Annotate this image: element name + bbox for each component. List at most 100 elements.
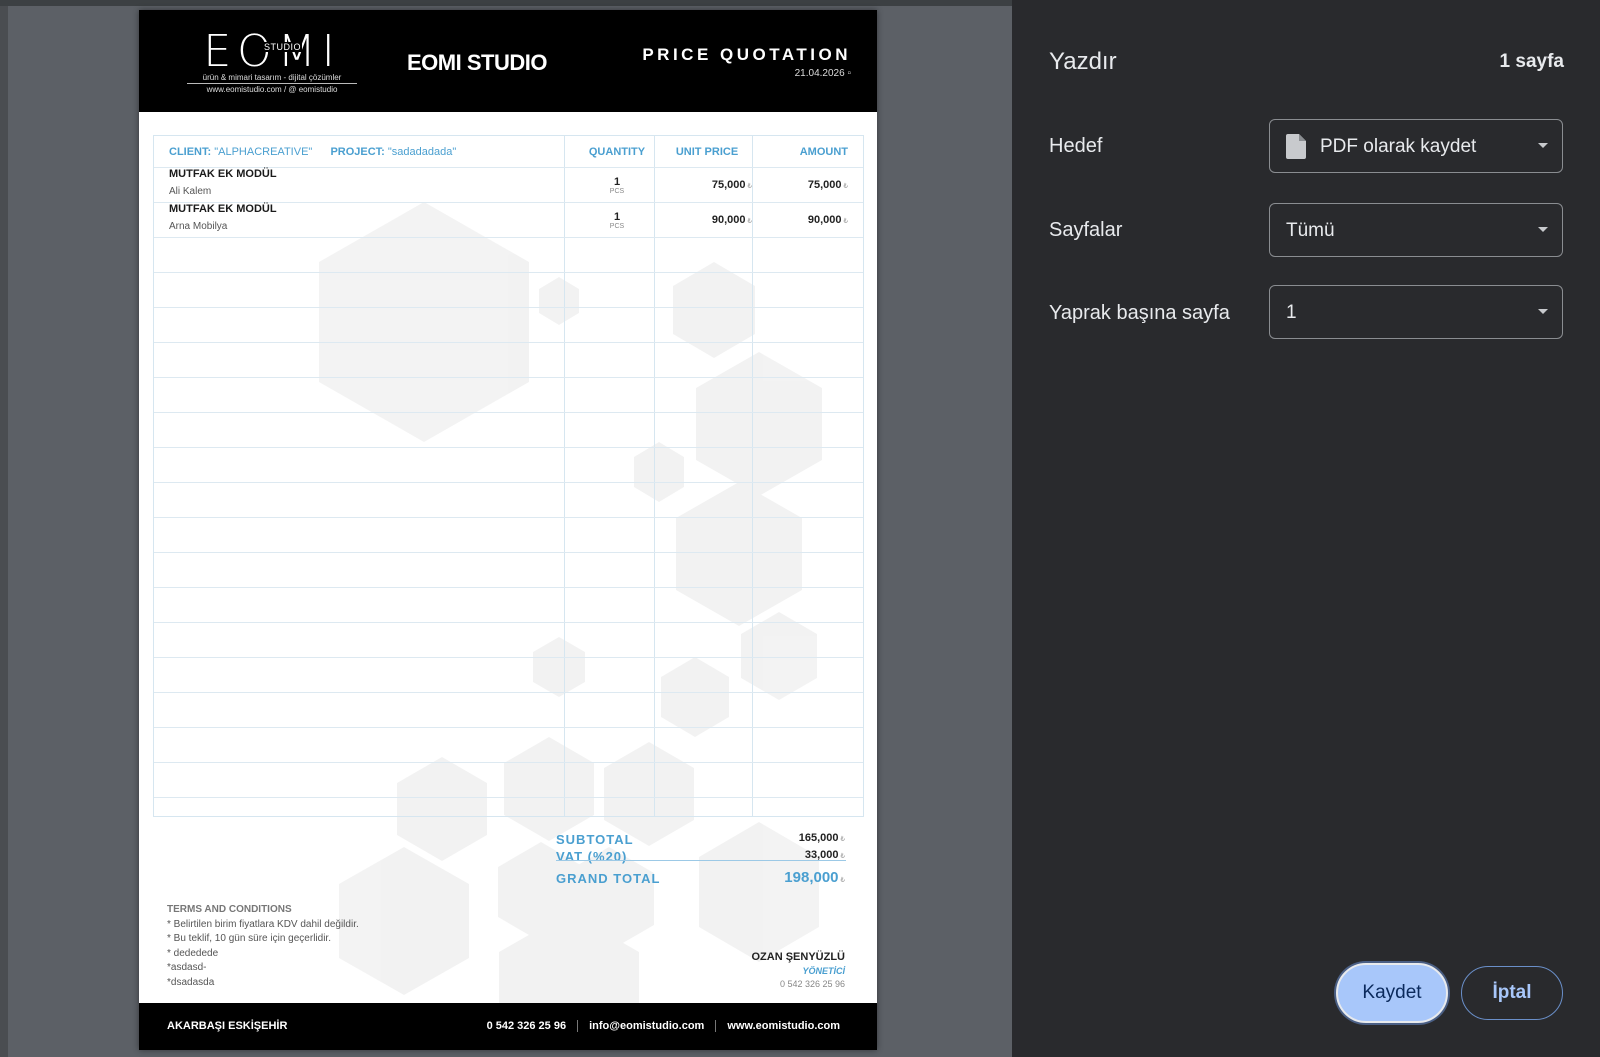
per-sheet-select[interactable]: 1 (1269, 285, 1563, 339)
calendar-icon: ▫ (847, 68, 851, 79)
amount-value: 75,000 (807, 179, 842, 191)
row-divider (154, 552, 863, 553)
subtotal-label: SUBTOTAL (556, 832, 634, 847)
amount-value: 90,000 (807, 214, 842, 226)
terms-line: * dededede (167, 947, 219, 959)
item-supplier: Ali Kalem (169, 186, 212, 197)
terms-line: * Belirtilen birim fiyatlara KDV dahil d… (167, 918, 359, 930)
col-divider (752, 136, 753, 816)
row-divider (154, 587, 863, 588)
quantity-header: QUANTITY (588, 146, 646, 158)
page-count: 1 sayfa (1499, 51, 1564, 72)
save-button[interactable]: Kaydet (1336, 963, 1448, 1023)
terms-line: *asdasd- (167, 962, 207, 973)
quotation-page: EOMI STUDIO ürün & mimari tasarım - diji… (139, 10, 877, 1050)
item-amount: 90,000 ₺ (808, 214, 848, 226)
terms-title: TERMS AND CONDITIONS (167, 904, 292, 915)
per-sheet-label: Yaprak başına sayfa (1049, 302, 1230, 324)
item-unit: PCS (609, 223, 625, 230)
items-table: CLIENT: "ALPHACREATIVE" PROJECT: "sadada… (153, 135, 864, 817)
signer-phone: 0 542 326 25 96 (779, 979, 845, 989)
client-label: CLIENT: (169, 146, 212, 158)
row-divider (154, 727, 863, 728)
destination-label: Hedef (1049, 135, 1103, 157)
vat-label: VAT (%20) (556, 849, 628, 864)
subtotal-amount: 165,000 (798, 832, 839, 844)
amount-header: AMOUNT (799, 146, 848, 158)
row-divider (154, 797, 863, 798)
col-divider (564, 136, 565, 816)
client-header: CLIENT: "ALPHACREATIVE" PROJECT: "sadada… (169, 146, 456, 158)
destination-value: PDF olarak kaydet (1320, 136, 1477, 157)
row-divider (154, 517, 863, 518)
file-icon (1286, 134, 1306, 159)
totals-divider (556, 860, 846, 861)
brand-name: EOMI STUDIO (407, 50, 547, 75)
document-title: PRICE QUOTATION (642, 45, 851, 64)
row-divider (154, 692, 863, 693)
footer-phone: 0 542 326 25 96 (486, 1020, 567, 1032)
col-divider (654, 136, 655, 816)
preview-left-strip (0, 6, 8, 1057)
grand-total-amount: 198,000 (784, 869, 839, 886)
item-amount: 75,000 ₺ (808, 179, 848, 191)
per-sheet-value: 1 (1286, 302, 1297, 323)
footer-website: www.eomistudio.com (715, 1020, 851, 1032)
pages-select[interactable]: Tümü (1269, 203, 1563, 257)
footer-address: AKARBAŞI ESKİŞEHİR (167, 1020, 288, 1032)
logo-wordmark: EOMI (187, 28, 357, 76)
currency-symbol: ₺ (840, 836, 845, 843)
print-settings-panel: Yazdır 1 sayfa Hedef PDF olarak kaydet S… (1012, 0, 1600, 1057)
document-footer: AKARBAŞI ESKİŞEHİR 0 542 326 25 96 info@… (139, 1003, 877, 1050)
destination-select[interactable]: PDF olarak kaydet (1269, 119, 1563, 173)
cancel-button[interactable]: İptal (1461, 966, 1563, 1020)
unit-price-value: 75,000 (711, 179, 746, 191)
logo-web: www.eomistudio.com / @ eomistudio (206, 85, 338, 94)
signer-name: OZAN ŞENYÜZLÜ (751, 951, 846, 963)
currency-symbol: ₺ (840, 877, 845, 884)
document-header: EOMI STUDIO ürün & mimari tasarım - diji… (139, 10, 877, 112)
currency-symbol: ₺ (840, 853, 845, 860)
item-supplier: Arna Mobilya (169, 221, 228, 232)
row-divider (154, 762, 863, 763)
signer-role: YÖNETİCİ (802, 966, 845, 976)
terms-line: * Bu teklif, 10 gün süre için geçerlidir… (167, 933, 331, 944)
row-divider (154, 447, 863, 448)
item-unit-price: 90,000 ₺ (712, 214, 752, 226)
logo-studio-text: STUDIO (263, 42, 303, 52)
subtotal-value: 165,000 ₺ (799, 832, 845, 844)
signature-block: OZAN ŞENYÜZLÜ YÖNETİCİ 0 542 326 25 96 (752, 951, 846, 989)
item-unit-price: 75,000 ₺ (712, 179, 752, 191)
date-text: 21.04.2026 (794, 68, 845, 79)
print-preview-area: EOMI STUDIO ürün & mimari tasarım - diji… (0, 0, 1012, 1057)
row-divider (154, 412, 863, 413)
chevron-down-icon (1538, 309, 1548, 314)
pages-value: Tümü (1286, 220, 1335, 241)
currency-symbol: ₺ (747, 218, 752, 225)
row-divider (154, 307, 863, 308)
row-divider (154, 482, 863, 483)
row-divider (154, 657, 863, 658)
client-value: "ALPHACREATIVE" (214, 146, 313, 158)
terms-line: *dsadasda (167, 976, 215, 988)
currency-symbol: ₺ (843, 218, 848, 225)
grand-total-value: 198,000 ₺ (784, 869, 845, 886)
unit-price-value: 90,000 (711, 214, 746, 226)
logo-tagline: ürün & mimari tasarım - dijital çözümler (187, 73, 357, 84)
row-divider (154, 622, 863, 623)
item-quantity: 1 (613, 211, 621, 223)
item-quantity: 1 (613, 176, 621, 188)
project-value: "sadadadada" (387, 146, 457, 158)
project-label: PROJECT: (330, 146, 385, 158)
unit-price-header: UNIT PRICE (675, 146, 739, 158)
currency-symbol: ₺ (843, 183, 848, 190)
document-date: 21.04.2026 ▫ (795, 68, 851, 79)
grand-total-label: GRAND TOTAL (556, 871, 661, 886)
item-name: MUTFAK EK MODÜL (169, 168, 277, 180)
brand-logo: EOMI STUDIO ürün & mimari tasarım - diji… (187, 28, 357, 98)
chevron-down-icon (1538, 227, 1548, 232)
footer-contacts: 0 542 326 25 96 info@eomistudio.com www.… (476, 1020, 851, 1032)
footer-email: info@eomistudio.com (577, 1020, 715, 1032)
chevron-down-icon (1538, 143, 1548, 148)
preview-top-border (0, 0, 1012, 6)
